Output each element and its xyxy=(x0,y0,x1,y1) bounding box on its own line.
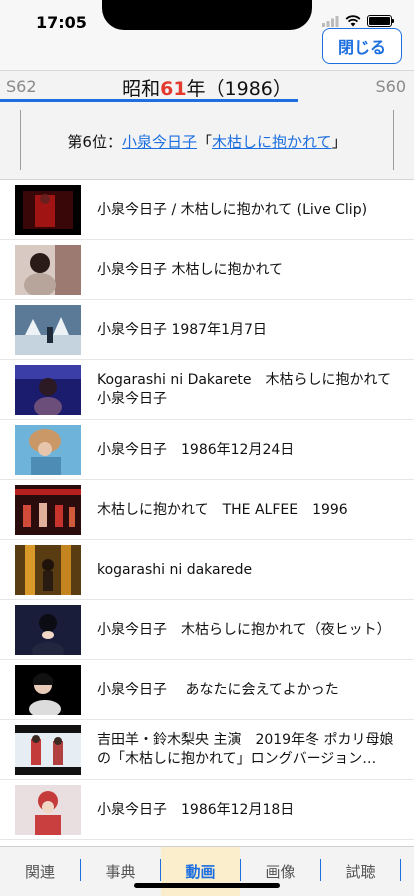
video-title: 小泉今日子 木枯らしに抱かれて（夜ヒット） xyxy=(97,621,391,638)
video-title: kogarashi ni dakarede xyxy=(97,561,253,578)
tab-bar: 関連 事典 動画 画像 試聴 xyxy=(0,846,414,896)
artist-link[interactable]: 小泉今日子 xyxy=(122,133,197,151)
video-row[interactable]: 小泉今日子 1987年1月7日 xyxy=(0,300,414,360)
video-title: Kogarashi ni Dakarete 木枯らしに抱かれて 小泉今日子 xyxy=(97,372,398,407)
year-title: 昭和61年（1986） xyxy=(0,74,414,101)
video-thumbnail xyxy=(15,785,81,835)
year-bar: S62 昭和61年（1986） S60 xyxy=(0,70,414,102)
open-quote: 「 xyxy=(196,133,212,151)
video-row[interactable]: kogarashi ni dakarede xyxy=(0,540,414,600)
close-button[interactable]: 閉じる xyxy=(322,28,402,64)
video-row[interactable]: 木枯しに抱かれて THE ALFEE 1996 xyxy=(0,480,414,540)
rank-panel: 第6位：小泉今日子「木枯しに抱かれて」 xyxy=(0,102,414,180)
tab-images[interactable]: 画像 xyxy=(241,847,320,896)
video-thumbnail xyxy=(15,185,81,235)
rank-prefix: 第6位： xyxy=(67,133,122,151)
video-thumbnail xyxy=(15,485,81,535)
video-thumbnail xyxy=(15,545,81,595)
video-title: 小泉今日子 1986年12月24日 xyxy=(97,441,295,458)
tab-video[interactable]: 動画 xyxy=(161,847,240,896)
year-title-number: 61 xyxy=(160,78,187,100)
next-year-link[interactable]: S60 xyxy=(375,77,406,96)
video-title: 木枯しに抱かれて THE ALFEE 1996 xyxy=(97,501,348,518)
video-thumbnail xyxy=(15,425,81,475)
divider xyxy=(393,110,394,170)
header: 閉じる xyxy=(0,28,414,70)
video-title: 吉田羊・鈴木梨央 主演 2019年冬 ポカリ母娘の「木枯しに抱かれて」ロングバー… xyxy=(97,732,394,767)
video-row[interactable]: Kogarashi ni Dakarete 木枯らしに抱かれて 小泉今日子 xyxy=(0,360,414,420)
video-row[interactable]: 小泉今日子 1986年12月18日 xyxy=(0,780,414,840)
video-title: 小泉今日子 木枯しに抱かれて xyxy=(97,261,284,278)
home-indicator xyxy=(134,883,280,888)
video-thumbnail xyxy=(15,365,81,415)
tab-encyclopedia[interactable]: 事典 xyxy=(81,847,160,896)
video-thumbnail xyxy=(15,305,81,355)
tab-separator xyxy=(400,859,401,881)
video-row[interactable]: 小泉今日子 あなたに会えてよかった xyxy=(0,660,414,720)
video-title: 小泉今日子 1987年1月7日 xyxy=(97,321,267,338)
video-row[interactable]: 小泉今日子 1986年12月24日 xyxy=(0,420,414,480)
battery-icon xyxy=(367,15,394,27)
video-list: 小泉今日子 / 木枯しに抱かれて (Live Clip) 小泉今日子 木枯しに抱… xyxy=(0,180,414,846)
video-row[interactable]: 小泉今日子 木枯しに抱かれて xyxy=(0,240,414,300)
status-icons xyxy=(322,14,394,28)
wifi-icon xyxy=(345,15,361,27)
close-quote: 」 xyxy=(331,133,347,151)
year-title-prefix: 昭和 xyxy=(122,78,161,100)
status-time: 17:05 xyxy=(36,13,87,32)
signal-icon xyxy=(322,15,339,27)
song-link[interactable]: 木枯しに抱かれて xyxy=(212,133,332,151)
rank-text: 第6位：小泉今日子「木枯しに抱かれて」 xyxy=(0,131,414,152)
video-thumbnail xyxy=(15,665,81,715)
battery-fill xyxy=(369,17,390,25)
video-thumbnail xyxy=(15,725,81,775)
video-row[interactable]: 小泉今日子 / 木枯しに抱かれて (Live Clip) xyxy=(0,180,414,240)
video-title: 小泉今日子 1986年12月18日 xyxy=(97,801,295,818)
year-title-suffix: 年（1986） xyxy=(186,78,292,100)
video-title: 小泉今日子 / 木枯しに抱かれて (Live Clip) xyxy=(97,201,368,218)
notch xyxy=(102,0,312,30)
video-thumbnail xyxy=(15,605,81,655)
video-row[interactable]: 小泉今日子 木枯らしに抱かれて（夜ヒット） xyxy=(0,600,414,660)
tab-related[interactable]: 関連 xyxy=(0,847,80,896)
video-row[interactable]: 吉田羊・鈴木梨央 主演 2019年冬 ポカリ母娘の「木枯しに抱かれて」ロングバー… xyxy=(0,720,414,780)
video-thumbnail xyxy=(15,245,81,295)
tab-listen[interactable]: 試聴 xyxy=(321,847,400,896)
video-title: 小泉今日子 あなたに会えてよかった xyxy=(97,681,339,698)
